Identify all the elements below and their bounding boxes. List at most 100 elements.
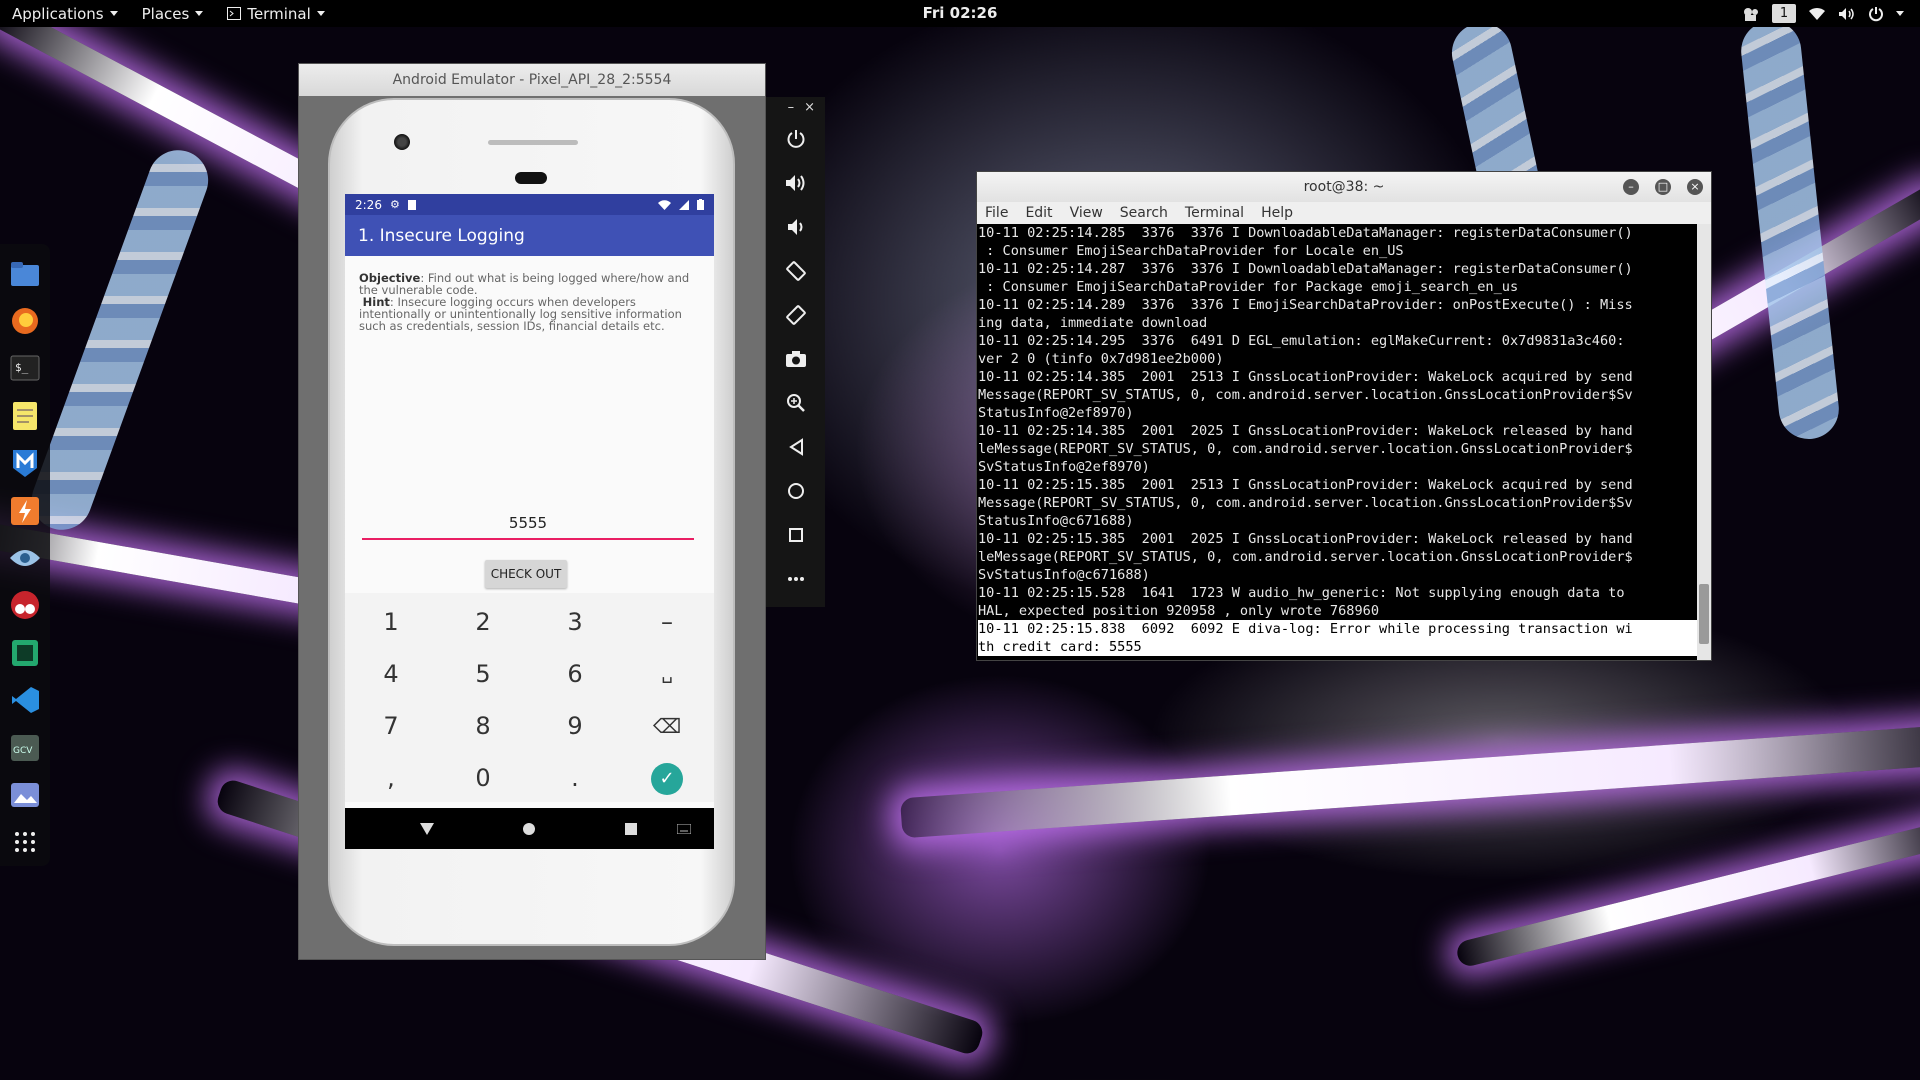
image-viewer-icon[interactable] bbox=[8, 778, 42, 811]
terminal-line: StatusInfo@2ef8970) bbox=[978, 405, 1134, 421]
menu-file[interactable]: File bbox=[985, 205, 1008, 221]
top-bar: Applications Places Terminal Fri 02:26 1 bbox=[0, 0, 1920, 27]
credit-card-input[interactable]: 5555 bbox=[362, 514, 694, 540]
back-button[interactable] bbox=[766, 425, 825, 469]
terminal-scrollbar[interactable] bbox=[1697, 224, 1711, 660]
key-0[interactable]: 0 bbox=[437, 752, 529, 804]
key-comma[interactable]: , bbox=[345, 752, 437, 804]
android-status-bar: 2:26 ⚙ bbox=[345, 194, 714, 215]
toolbar-close-button[interactable]: × bbox=[804, 100, 815, 115]
terminal-line: HAL, expected position 920958 , only wro… bbox=[978, 603, 1380, 619]
key-period[interactable]: . bbox=[529, 752, 621, 804]
applications-label: Applications bbox=[12, 4, 104, 23]
maximize-icon[interactable]: □ bbox=[1655, 179, 1671, 195]
key-4[interactable]: 4 bbox=[345, 648, 437, 700]
key-2[interactable]: 2 bbox=[437, 596, 529, 648]
phone-screen: 2:26 ⚙ 1. Insecure Logging Objective: Fi… bbox=[345, 194, 714, 849]
check-icon: ✓ bbox=[651, 763, 683, 795]
chevron-down-icon[interactable] bbox=[1896, 11, 1904, 16]
camera-icon bbox=[785, 351, 806, 367]
menu-terminal[interactable]: Terminal bbox=[1185, 205, 1244, 221]
clock[interactable]: Fri 02:26 bbox=[923, 4, 998, 22]
firefox-icon[interactable] bbox=[8, 304, 42, 337]
key-8[interactable]: 8 bbox=[437, 700, 529, 752]
terminal-icon bbox=[227, 7, 242, 20]
workspace-indicator[interactable]: 1 bbox=[1772, 4, 1796, 23]
eye-icon[interactable] bbox=[8, 541, 42, 574]
screenshot-button[interactable] bbox=[766, 337, 825, 381]
volume-up-icon bbox=[785, 175, 804, 191]
terminal-icon[interactable]: $_ bbox=[8, 352, 42, 385]
recorder-icon[interactable] bbox=[1742, 6, 1760, 22]
power-button[interactable] bbox=[766, 117, 825, 161]
svg-text:$_: $_ bbox=[15, 361, 29, 374]
key-7[interactable]: 7 bbox=[345, 700, 437, 752]
scrollbar-thumb[interactable] bbox=[1699, 584, 1709, 644]
terminal-app-menu[interactable]: Terminal bbox=[215, 0, 336, 27]
applications-menu[interactable]: Applications bbox=[0, 0, 130, 27]
overview-button[interactable] bbox=[766, 513, 825, 557]
back-icon[interactable] bbox=[419, 822, 435, 836]
menu-edit[interactable]: Edit bbox=[1025, 205, 1052, 221]
wallpaper-beam bbox=[1454, 817, 1920, 969]
gcv-icon[interactable]: GCV bbox=[8, 731, 42, 764]
menu-help[interactable]: Help bbox=[1261, 205, 1293, 221]
phone-frame: 2:26 ⚙ 1. Insecure Logging Objective: Fi… bbox=[328, 98, 735, 946]
terminal-line: 10-11 02:25:14.287 3376 3376 I Downloada… bbox=[978, 261, 1633, 277]
terminal-output[interactable]: 10-11 02:25:14.285 3376 3376 I Downloada… bbox=[977, 224, 1698, 660]
places-label: Places bbox=[141, 4, 190, 23]
recents-icon[interactable] bbox=[624, 822, 638, 836]
vscode-icon[interactable] bbox=[8, 684, 42, 717]
backspace-key[interactable]: ⌫ bbox=[621, 700, 713, 752]
terminal-title: root@38: ~ bbox=[1303, 179, 1385, 195]
toolbar-minimize-button[interactable]: – bbox=[788, 100, 795, 115]
volume-down-button[interactable] bbox=[766, 205, 825, 249]
battery-icon bbox=[697, 199, 704, 210]
volume-icon[interactable] bbox=[1838, 7, 1856, 21]
rotate-left-button[interactable] bbox=[766, 249, 825, 293]
zoom-icon bbox=[786, 394, 805, 412]
more-button[interactable] bbox=[766, 557, 825, 601]
wallpaper-braid bbox=[23, 141, 217, 539]
terminal-window: root@38: ~ – □ × File Edit View Search T… bbox=[976, 171, 1712, 661]
terminal-line: 10-11 02:25:14.385 2001 2025 I GnssLocat… bbox=[978, 423, 1633, 439]
power-icon[interactable] bbox=[1868, 6, 1884, 22]
key-1[interactable]: 1 bbox=[345, 596, 437, 648]
emulator-title[interactable]: Android Emulator - Pixel_API_28_2:5554 bbox=[299, 64, 765, 96]
minimize-icon[interactable]: – bbox=[1623, 179, 1639, 195]
challenge-description: Objective: Find out what is being logged… bbox=[345, 256, 714, 332]
key-space[interactable]: ␣ bbox=[621, 648, 713, 700]
volume-up-button[interactable] bbox=[766, 161, 825, 205]
app-icon[interactable] bbox=[8, 636, 42, 669]
key-minus[interactable]: – bbox=[621, 596, 713, 648]
home-icon[interactable] bbox=[522, 822, 536, 836]
terminal-line: 10-11 02:25:15.385 2001 2025 I GnssLocat… bbox=[978, 531, 1633, 547]
metasploit-icon[interactable] bbox=[8, 447, 42, 480]
key-6[interactable]: 6 bbox=[529, 648, 621, 700]
proximity-sensor bbox=[515, 172, 547, 184]
menu-view[interactable]: View bbox=[1070, 205, 1103, 221]
menu-search[interactable]: Search bbox=[1120, 205, 1168, 221]
files-icon[interactable] bbox=[8, 257, 42, 290]
terminal-title-bar[interactable]: root@38: ~ – □ × bbox=[977, 172, 1711, 202]
home-button[interactable] bbox=[766, 469, 825, 513]
text-editor-icon[interactable] bbox=[8, 399, 42, 432]
app-title: 1. Insecure Logging bbox=[345, 215, 714, 256]
key-5[interactable]: 5 bbox=[437, 648, 529, 700]
sd-card-icon bbox=[407, 199, 416, 210]
key-9[interactable]: 9 bbox=[529, 700, 621, 752]
zoom-button[interactable] bbox=[766, 381, 825, 425]
show-applications-icon[interactable] bbox=[8, 826, 42, 859]
wifi-icon[interactable] bbox=[1808, 7, 1826, 21]
check-out-button[interactable]: CHECK OUT bbox=[485, 560, 567, 588]
burpsuite-icon[interactable] bbox=[8, 494, 42, 527]
cherrytree-icon[interactable] bbox=[8, 589, 42, 622]
settings-icon: ⚙ bbox=[389, 198, 400, 211]
wifi-icon bbox=[658, 199, 671, 210]
places-menu[interactable]: Places bbox=[130, 0, 216, 27]
key-3[interactable]: 3 bbox=[529, 596, 621, 648]
keyboard-icon[interactable] bbox=[677, 824, 691, 834]
close-icon[interactable]: × bbox=[1687, 179, 1703, 195]
done-key[interactable]: ✓ bbox=[621, 752, 713, 804]
rotate-right-button[interactable] bbox=[766, 293, 825, 337]
